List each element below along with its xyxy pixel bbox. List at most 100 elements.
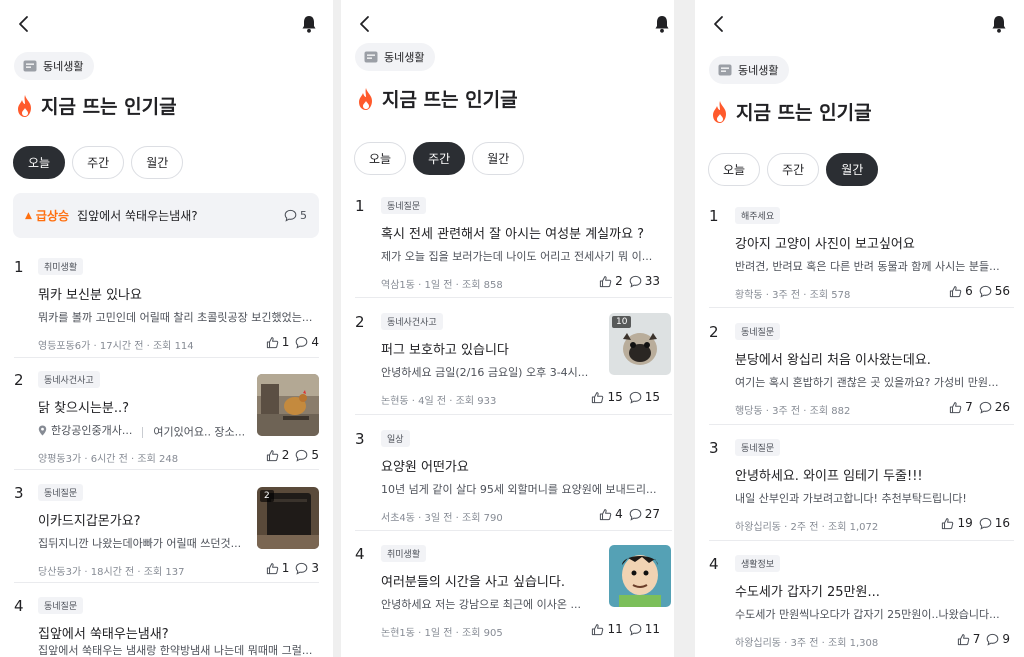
thumb-up-icon <box>266 336 278 348</box>
comment-count: 9 <box>1002 632 1010 646</box>
reaction-counts: 4 27 <box>599 507 660 521</box>
post-preview: 집앞에서 쑥태우는 냄새랑 한약방냄새 나는데 뭐때매 그럴... <box>38 644 313 657</box>
reaction-counts: 1 4 <box>266 335 319 349</box>
speech-bubble-icon <box>629 508 642 521</box>
post-meta: 역삼1동 · 1일 전 · 조회 858 <box>381 280 503 291</box>
post-time: 3주 전 <box>772 290 801 301</box>
tab-today[interactable]: 오늘 <box>708 153 761 186</box>
tab-weekly[interactable]: 주간 <box>413 142 466 175</box>
tab-weekly[interactable]: 주간 <box>767 153 820 186</box>
post-title: 뭐카 보신분 있나요 <box>38 288 142 303</box>
rank-number: 3 <box>709 439 719 457</box>
post-area: 하왕십리동 <box>735 522 781 533</box>
post-views: 조회 933 <box>455 396 497 407</box>
like-count: 2 <box>615 274 623 288</box>
board-chip[interactable]: 동네생활 <box>14 52 95 80</box>
post-preview: 내일 산부인과 가보려고합니다! 추천부탁드립니다! <box>735 492 967 505</box>
divider <box>14 469 319 470</box>
rank-number: 1 <box>14 258 24 276</box>
post-area: 황학동 <box>735 290 763 301</box>
post-meta: 논현동 · 4일 전 · 조회 933 <box>381 396 497 407</box>
tab-monthly[interactable]: 월간 <box>472 142 525 175</box>
reaction-counts: 2 33 <box>599 274 660 288</box>
tab-monthly[interactable]: 월간 <box>131 146 184 179</box>
chip-label: 동네생활 <box>43 60 84 73</box>
post-title: 수도세가 갑자기 25만원... <box>735 585 880 600</box>
period-tabs: 오늘 주간 월간 <box>13 146 184 179</box>
image-count: 10 <box>612 316 632 328</box>
board-chip[interactable]: 동네생활 <box>709 56 790 84</box>
post-meta: 하왕십리동 · 3주 전 · 조회 1,308 <box>735 638 879 649</box>
reaction-counts: 15 15 <box>591 390 660 404</box>
post-meta: 행당동 · 3주 전 · 조회 882 <box>735 406 851 417</box>
like-count: 7 <box>972 632 981 646</box>
speech-bubble-icon <box>629 391 642 404</box>
tab-weekly[interactable]: 주간 <box>72 146 125 179</box>
category-badge: 생활정보 <box>735 555 781 572</box>
trending-comment-count: 5 <box>284 209 307 222</box>
post-meta: 서초4동 · 3일 전 · 조회 790 <box>381 513 503 524</box>
reaction-counts: 11 11 <box>591 622 660 636</box>
category-badge: 동네질문 <box>381 197 427 214</box>
rank-number: 4 <box>14 597 24 615</box>
period-tabs: 오늘 주간 월간 <box>708 153 879 186</box>
tab-today[interactable]: 오늘 <box>13 146 66 179</box>
speech-bubble-icon <box>296 449 308 462</box>
post-area: 역삼1동 <box>381 280 415 291</box>
location-pin-icon <box>38 425 47 435</box>
post-title: 강아지 고양이 사진이 보고싶어요 <box>735 237 915 252</box>
board-chip[interactable]: 동네생활 <box>355 43 436 71</box>
panel-monthly: 동네생활 지금 뜨는 인기글 오늘 주간 월간 1 해주세요 강아지 고양이 사… <box>695 0 1024 657</box>
trending-banner[interactable]: ▲ 급상승 집앞에서 쑥태우는냄새? 5 <box>13 193 319 238</box>
post-meta: 황학동 · 3주 전 · 조회 578 <box>735 290 851 301</box>
rank-number: 4 <box>709 555 719 573</box>
post-time: 1일 전 <box>424 280 453 291</box>
bell-icon[interactable] <box>299 14 319 34</box>
post-title: 퍼그 보호하고 있습니다 <box>381 343 509 358</box>
post-meta: 영등포동6가 · 17시간 전 · 조회 114 <box>38 341 194 352</box>
rank-number: 3 <box>14 484 24 502</box>
post-meta: 논현1동 · 1일 전 · 조회 905 <box>381 628 503 639</box>
speech-bubble-icon <box>987 633 999 646</box>
reaction-counts: 1 3 <box>266 561 319 575</box>
post-area: 행당동 <box>735 406 763 417</box>
rank-number: 3 <box>355 430 365 448</box>
like-count: 1 <box>281 335 290 349</box>
bell-icon[interactable] <box>989 14 1009 34</box>
post-meta: 하왕십리동 · 2주 전 · 조회 1,072 <box>735 522 879 533</box>
chevron-left-icon[interactable] <box>709 14 729 34</box>
category-badge: 해주세요 <box>735 207 781 224</box>
chicken-photo <box>257 374 319 436</box>
location-tag: 한강공인중개사... <box>38 422 132 438</box>
location-name: 한강공인중개사... <box>51 424 133 437</box>
page-title-text: 지금 뜨는 인기글 <box>382 89 518 111</box>
fire-icon <box>18 94 31 117</box>
page-title-text: 지금 뜨는 인기글 <box>736 102 872 124</box>
speech-bubble-icon <box>979 285 992 298</box>
comment-count: 5 <box>311 448 319 462</box>
thumb-up-icon <box>599 275 612 287</box>
post-area: 논현동 <box>381 396 409 407</box>
like-count: 11 <box>607 622 623 636</box>
chevron-left-icon[interactable] <box>355 14 375 34</box>
post-time: 1일 전 <box>424 628 453 639</box>
tab-monthly[interactable]: 월간 <box>826 153 879 186</box>
comment-count: 16 <box>994 516 1010 530</box>
reaction-counts: 19 16 <box>941 516 1010 530</box>
tab-today[interactable]: 오늘 <box>354 142 407 175</box>
speech-bubble-icon <box>296 562 308 575</box>
post-title: 집앞에서 쑥태우는냄새? <box>38 627 169 642</box>
category-badge: 취미생활 <box>38 258 84 275</box>
post-preview: 수도세가 만원씩나오다가 갑자기 25만원이..나왔습니다... <box>735 608 1000 621</box>
post-preview: 반려견, 반려묘 혹은 다른 반려 동물과 함께 사시는 분들... <box>735 260 1000 273</box>
post-thumbnail <box>257 374 319 436</box>
reaction-counts: 7 9 <box>957 632 1010 646</box>
like-count: 15 <box>607 390 623 404</box>
post-area: 영등포동6가 <box>38 341 91 352</box>
bell-icon[interactable] <box>652 14 672 34</box>
board-icon <box>364 51 378 63</box>
divider <box>709 424 1014 425</box>
chevron-left-icon[interactable] <box>14 14 34 34</box>
thumb-up-icon <box>942 517 954 529</box>
chip-label: 동네생활 <box>738 64 779 77</box>
